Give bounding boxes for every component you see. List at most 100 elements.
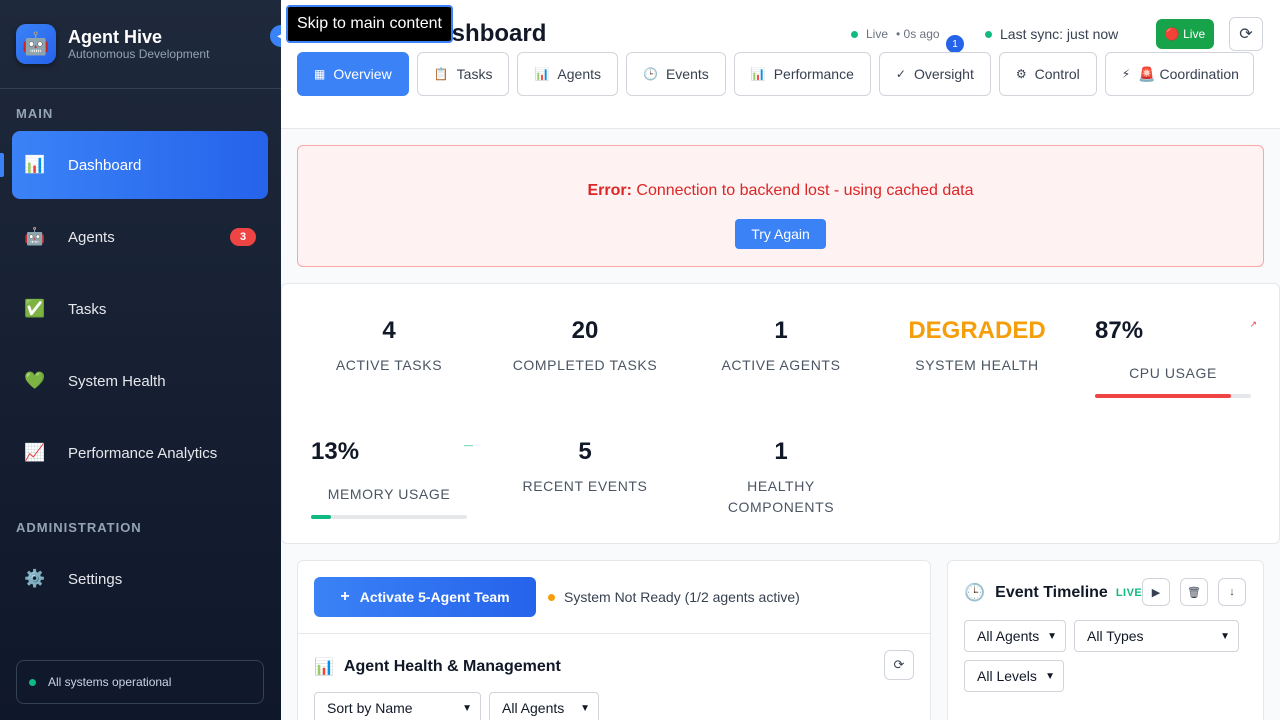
- trend-flat-icon: —: [464, 440, 473, 450]
- skip-to-content-link[interactable]: Skip to main content: [286, 5, 453, 43]
- chevron-down-icon: ▼: [1047, 630, 1057, 642]
- brand-title: Agent Hive: [68, 26, 163, 47]
- sync-dot: [985, 30, 992, 38]
- metric-label: HEALTHY COMPONENTS: [727, 478, 835, 515]
- ready-status-text: System Not Ready (1/2 agents active): [564, 589, 800, 605]
- timeline-title-text: Event Timeline: [995, 584, 1108, 601]
- tab-label: Control: [1034, 66, 1080, 82]
- main-content: Dashboard Live • 0s ago 1 Last sync: jus…: [281, 0, 1280, 720]
- robot-icon: 🤖: [24, 227, 46, 246]
- event-timeline-title: 🕒 Event Timeline LIVE: [964, 583, 1142, 603]
- agent-refresh-button[interactable]: ⟳: [884, 650, 914, 680]
- activate-team-button[interactable]: + Activate 5-Agent Team: [314, 577, 536, 617]
- metric-active-agents: 1 ACTIVE AGENTS: [693, 317, 869, 376]
- notification-badge[interactable]: 1: [946, 35, 964, 53]
- timeline-levels-select[interactable]: All Levels ▼: [964, 660, 1064, 692]
- tab-coordination[interactable]: ⚡ 🚨 Coordination: [1104, 52, 1254, 96]
- clock-icon: 🕒: [964, 583, 986, 602]
- sidebar-item-tasks[interactable]: ✅ Tasks: [12, 275, 268, 343]
- timeline-agents-select[interactable]: All Agents ▼: [964, 620, 1066, 652]
- tab-label: Agents: [557, 66, 601, 82]
- metric-healthy-components: 1 HEALTHY COMPONENTS: [693, 438, 869, 518]
- error-banner: Error: Connection to backend lost - usin…: [297, 145, 1264, 267]
- tab-agents[interactable]: 📊 Agents: [517, 52, 618, 96]
- metric-value: DEGRADED: [908, 317, 1046, 344]
- activate-team-label: Activate 5-Agent Team: [359, 589, 510, 605]
- trend-up-icon: ↗: [1249, 319, 1257, 329]
- timeline-types-select[interactable]: All Types ▼: [1074, 620, 1239, 652]
- try-again-button[interactable]: Try Again: [735, 219, 826, 249]
- metric-label: MEMORY USAGE: [327, 486, 451, 502]
- error-message: Error: Connection to backend lost - usin…: [298, 182, 1263, 200]
- tab-control[interactable]: ⚙ Control: [998, 52, 1097, 96]
- section-label-main: MAIN: [16, 106, 54, 121]
- tab-performance[interactable]: 📊 Performance: [733, 52, 871, 96]
- agent-health-title: 📊 Agent Health & Management: [314, 657, 561, 677]
- metric-value: 1: [774, 438, 788, 465]
- grid-icon: ▦: [314, 67, 326, 81]
- metric-label: ACTIVE AGENTS: [721, 357, 841, 373]
- live-ago: • 0s ago: [896, 27, 940, 41]
- memory-usage-bar: [311, 515, 467, 519]
- trend-up-icon: 📈: [24, 443, 46, 462]
- last-sync: Last sync: just now: [985, 26, 1118, 42]
- tab-label: Overview: [333, 66, 392, 82]
- agents-count-badge: 3: [230, 228, 256, 246]
- panel-title-text: Agent Health & Management: [343, 658, 561, 675]
- tab-tasks[interactable]: 📋 Tasks: [416, 52, 510, 96]
- event-timeline-panel: 🕒 Event Timeline LIVE ▶ 🗑 ↓ All Agents ▼…: [947, 560, 1264, 720]
- sort-select-value: Sort by Name: [327, 700, 413, 716]
- arrow-down-icon: ↓: [1229, 586, 1235, 598]
- agent-filter-select[interactable]: All Agents ▼: [489, 692, 599, 720]
- sidebar-item-settings[interactable]: ⚙️ Settings: [12, 545, 268, 613]
- sidebar-item-system-health[interactable]: 💚 System Health: [12, 347, 268, 415]
- warning-dot: [548, 593, 555, 601]
- sidebar-item-performance-analytics[interactable]: 📈 Performance Analytics: [12, 419, 268, 487]
- bar-chart-icon: 📊: [534, 67, 550, 81]
- live-label: Live: [866, 27, 889, 41]
- live-toggle-button[interactable]: 🔴 Live: [1156, 19, 1214, 49]
- clear-events-button[interactable]: 🗑: [1180, 578, 1208, 606]
- metric-label: CPU USAGE: [1129, 365, 1217, 381]
- refresh-button[interactable]: ⟳: [1229, 17, 1263, 51]
- sidebar-item-agents[interactable]: 🤖 Agents 3: [12, 203, 268, 271]
- play-icon: ▶: [1151, 586, 1161, 599]
- check-icon: ✅: [24, 299, 46, 318]
- sidebar-item-label: Agents: [68, 228, 115, 246]
- tab-overview[interactable]: ▦ Overview: [297, 52, 409, 96]
- memory-usage-bar-fill: [311, 515, 332, 519]
- agents-select-value: All Agents: [977, 628, 1040, 644]
- metric-value: 87%: [1095, 317, 1144, 344]
- live-indicator: Live • 0s ago: [851, 27, 940, 41]
- check-circle-icon: ✓: [895, 67, 906, 81]
- robot-icon: 🤖: [16, 24, 56, 64]
- scroll-down-button[interactable]: ↓: [1218, 578, 1246, 606]
- chevron-down-icon: ▼: [1045, 670, 1055, 682]
- system-ready-status: System Not Ready (1/2 agents active): [548, 589, 800, 605]
- sidebar-item-label: System Health: [68, 372, 166, 390]
- tab-label: Oversight: [913, 66, 974, 82]
- brand[interactable]: 🤖 Agent Hive Autonomous Development: [0, 0, 281, 89]
- sidebar-item-label: Dashboard: [68, 156, 142, 174]
- sidebar-item-label: Tasks: [68, 300, 107, 318]
- metric-value: 13%: [311, 438, 360, 465]
- sidebar-item-dashboard[interactable]: 📊 Dashboard: [0, 131, 268, 199]
- metric-memory-usage: 13% MEMORY USAGE —: [301, 438, 477, 519]
- chevron-down-icon: ▼: [462, 702, 472, 714]
- metric-label: COMPLETED TASKS: [512, 357, 658, 373]
- divider: [298, 633, 930, 634]
- metrics-panel: 4 ACTIVE TASKS 20 COMPLETED TASKS 1 ACTI…: [281, 283, 1280, 544]
- metric-label: ACTIVE TASKS: [335, 357, 443, 373]
- sort-select[interactable]: Sort by Name ▼: [314, 692, 481, 720]
- refresh-icon: ⟳: [1239, 26, 1253, 43]
- sidebar-item-label: Settings: [68, 570, 123, 588]
- play-button[interactable]: ▶: [1142, 578, 1170, 606]
- dashboard-tabs: ▦ Overview 📋 Tasks 📊 Agents 🕒 Events 📊 P…: [297, 52, 1254, 96]
- tab-oversight[interactable]: ✓ Oversight: [878, 52, 991, 96]
- lightning-icon: ⚡: [1121, 67, 1131, 81]
- heart-icon: 💚: [24, 371, 46, 390]
- tab-label: Tasks: [456, 66, 493, 82]
- agent-filter-value: All Agents: [502, 700, 565, 716]
- tab-events[interactable]: 🕒 Events: [626, 52, 726, 96]
- tab-label: Events: [665, 66, 709, 82]
